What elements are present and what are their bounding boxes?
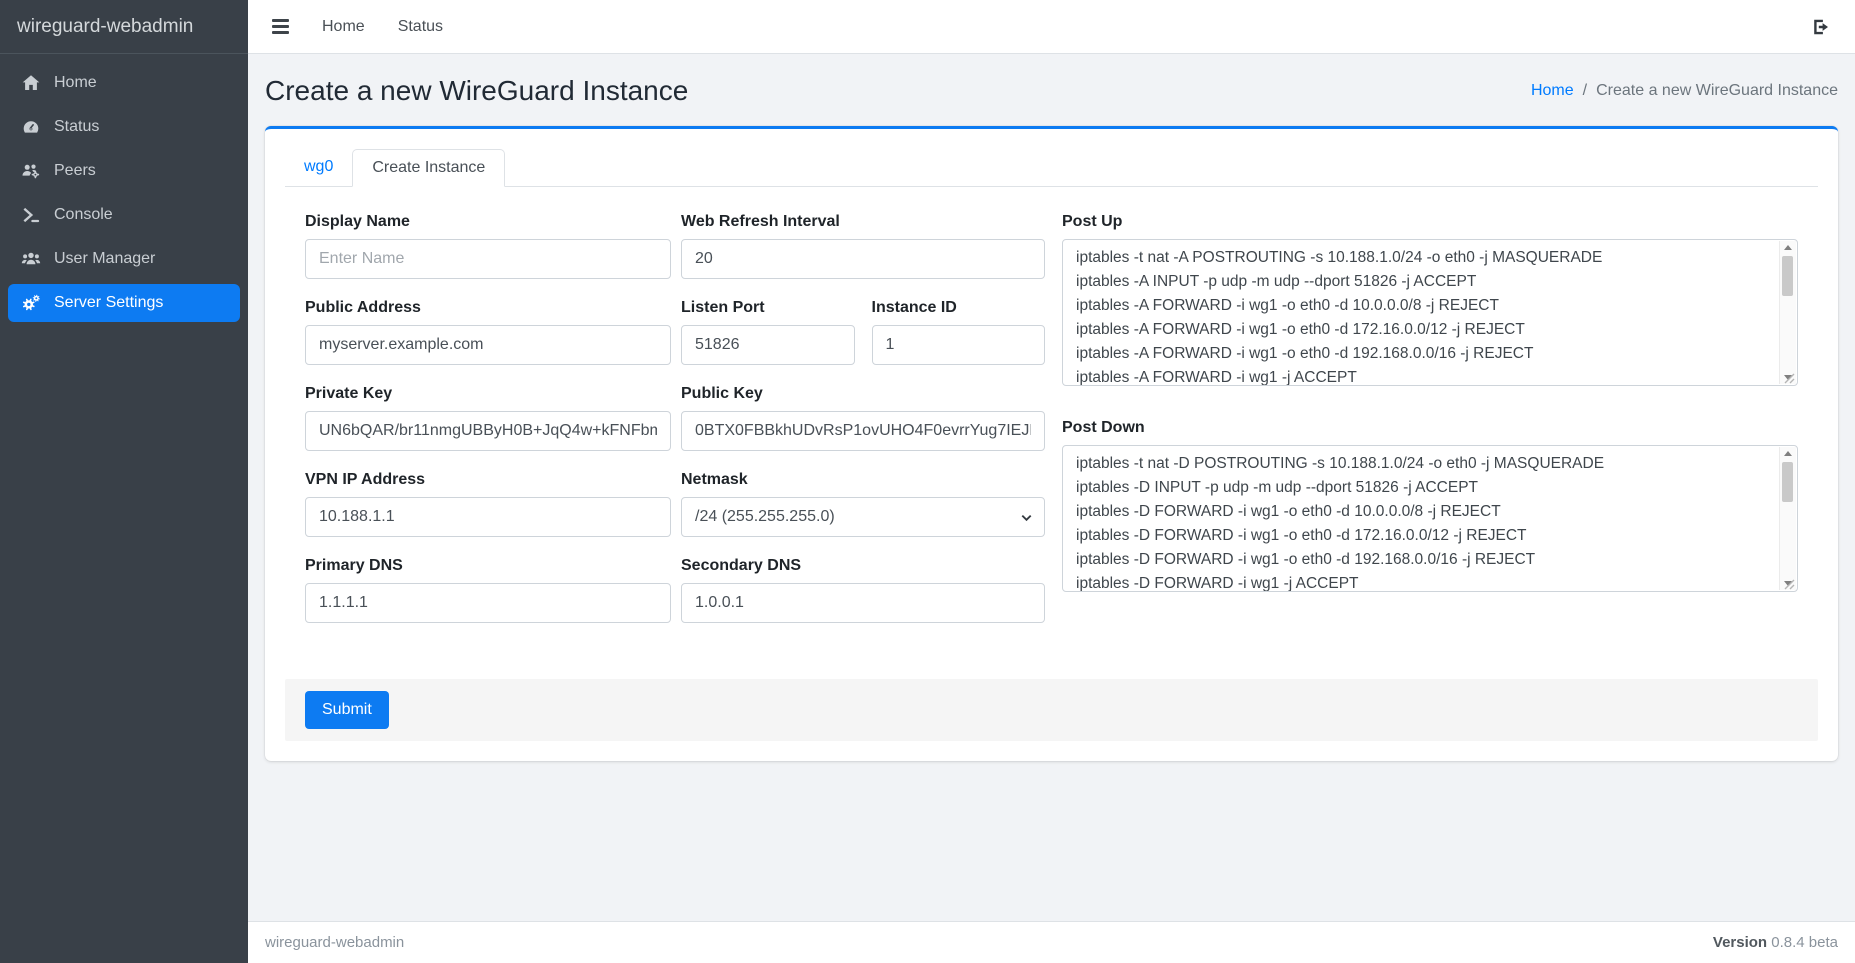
- breadcrumb: Home / Create a new WireGuard Instance: [1531, 82, 1838, 100]
- sidebar-item-label: Peers: [54, 162, 96, 180]
- sidebar-item-label: Status: [54, 118, 99, 136]
- content-spacer: [248, 761, 1855, 921]
- sidebar-item-label: Home: [54, 74, 97, 92]
- sidebar-item-peers[interactable]: Peers: [8, 152, 240, 190]
- scroll-up-icon[interactable]: [1784, 451, 1792, 456]
- instance-id-field[interactable]: [872, 325, 1046, 365]
- resize-grip-icon[interactable]: [1783, 371, 1795, 383]
- breadcrumb-separator: /: [1583, 82, 1587, 100]
- listen-port-field[interactable]: [681, 325, 855, 365]
- footer-version-label: Version: [1713, 934, 1767, 951]
- sidebar-item-user-manager[interactable]: User Manager: [8, 240, 240, 278]
- breadcrumb-current: Create a new WireGuard Instance: [1596, 82, 1838, 100]
- instance-form: Display Name Public Address Private Key …: [285, 213, 1818, 643]
- form-column-1: Display Name Public Address Private Key …: [305, 213, 671, 643]
- display-name-label: Display Name: [305, 213, 671, 231]
- secondary-dns-field[interactable]: [681, 583, 1045, 623]
- netmask-select[interactable]: /24 (255.255.255.0): [681, 497, 1045, 537]
- tab-create-instance[interactable]: Create Instance: [352, 149, 505, 187]
- vpn-ip-field[interactable]: [305, 497, 671, 537]
- breadcrumb-home-link[interactable]: Home: [1531, 82, 1574, 100]
- listen-port-label: Listen Port: [681, 299, 855, 317]
- primary-dns-label: Primary DNS: [305, 557, 671, 575]
- web-refresh-label: Web Refresh Interval: [681, 213, 1045, 231]
- public-address-field[interactable]: [305, 325, 671, 365]
- users-gear-icon: [20, 161, 41, 182]
- sidebar-item-label: Server Settings: [54, 294, 163, 312]
- private-key-field[interactable]: [305, 411, 671, 451]
- sidebar-item-label: Console: [54, 206, 113, 224]
- navbar-link-status[interactable]: Status: [398, 18, 443, 36]
- scrollbar-thumb[interactable]: [1782, 462, 1793, 502]
- terminal-icon: [20, 205, 41, 226]
- navbar-link-home[interactable]: Home: [322, 18, 365, 36]
- page-title: Create a new WireGuard Instance: [265, 75, 688, 107]
- primary-dns-field[interactable]: [305, 583, 671, 623]
- form-footer: Submit: [285, 679, 1818, 741]
- sidebar-item-label: User Manager: [54, 250, 155, 268]
- logout-icon[interactable]: [1811, 17, 1831, 37]
- instance-id-label: Instance ID: [872, 299, 1046, 317]
- sidebar-nav: Home Status Peers Console User Manager: [0, 54, 248, 332]
- home-icon: [20, 73, 41, 94]
- sidebar: wireguard-webadmin Home Status Peers Con…: [0, 0, 248, 963]
- sidebar-item-status[interactable]: Status: [8, 108, 240, 146]
- scrollbar-thumb[interactable]: [1782, 256, 1793, 296]
- secondary-dns-label: Secondary DNS: [681, 557, 1045, 575]
- instance-card: wg0 Create Instance Display Name Public …: [265, 126, 1838, 761]
- sidebar-item-console[interactable]: Console: [8, 196, 240, 234]
- display-name-field[interactable]: [305, 239, 671, 279]
- submit-button[interactable]: Submit: [305, 691, 389, 729]
- footer-version: Version 0.8.4 beta: [1713, 934, 1838, 951]
- post-up-textarea[interactable]: iptables -t nat -A POSTROUTING -s 10.188…: [1062, 239, 1798, 386]
- post-up-content: iptables -t nat -A POSTROUTING -s 10.188…: [1063, 240, 1779, 385]
- private-key-label: Private Key: [305, 385, 671, 403]
- chevron-down-icon: [1019, 510, 1034, 525]
- scroll-up-icon[interactable]: [1784, 245, 1792, 250]
- main-area: Home Status Create a new WireGuard Insta…: [248, 0, 1855, 963]
- public-address-label: Public Address: [305, 299, 671, 317]
- web-refresh-field[interactable]: [681, 239, 1045, 279]
- public-key-label: Public Key: [681, 385, 1045, 403]
- post-down-textarea[interactable]: iptables -t nat -D POSTROUTING -s 10.188…: [1062, 445, 1798, 592]
- content-header: Create a new WireGuard Instance Home / C…: [248, 54, 1855, 126]
- public-key-field[interactable]: [681, 411, 1045, 451]
- form-column-2: Web Refresh Interval Listen Port Instanc…: [681, 213, 1045, 643]
- netmask-label: Netmask: [681, 471, 1045, 489]
- content: wg0 Create Instance Display Name Public …: [248, 126, 1855, 761]
- gauge-icon: [20, 117, 41, 138]
- menu-toggle-icon[interactable]: [272, 15, 289, 37]
- netmask-selected-value: /24 (255.255.255.0): [695, 508, 835, 526]
- resize-grip-icon[interactable]: [1783, 577, 1795, 589]
- cogs-icon: [20, 293, 41, 314]
- post-down-label: Post Down: [1062, 419, 1798, 437]
- users-icon: [20, 249, 41, 270]
- page-footer: wireguard-webadmin Version 0.8.4 beta: [248, 921, 1855, 963]
- vpn-ip-label: VPN IP Address: [305, 471, 671, 489]
- post-down-content: iptables -t nat -D POSTROUTING -s 10.188…: [1063, 446, 1779, 591]
- footer-version-value: 0.8.4 beta: [1771, 934, 1838, 951]
- footer-brand: wireguard-webadmin: [265, 934, 404, 951]
- tab-wg0[interactable]: wg0: [285, 149, 352, 187]
- form-column-3: Post Up iptables -t nat -A POSTROUTING -…: [1062, 213, 1798, 643]
- sidebar-item-home[interactable]: Home: [8, 64, 240, 102]
- sidebar-item-server-settings[interactable]: Server Settings: [8, 284, 240, 322]
- sidebar-brand[interactable]: wireguard-webadmin: [0, 0, 248, 54]
- instance-tabs: wg0 Create Instance: [285, 149, 1818, 187]
- top-navbar: Home Status: [248, 0, 1855, 54]
- post-up-label: Post Up: [1062, 213, 1798, 231]
